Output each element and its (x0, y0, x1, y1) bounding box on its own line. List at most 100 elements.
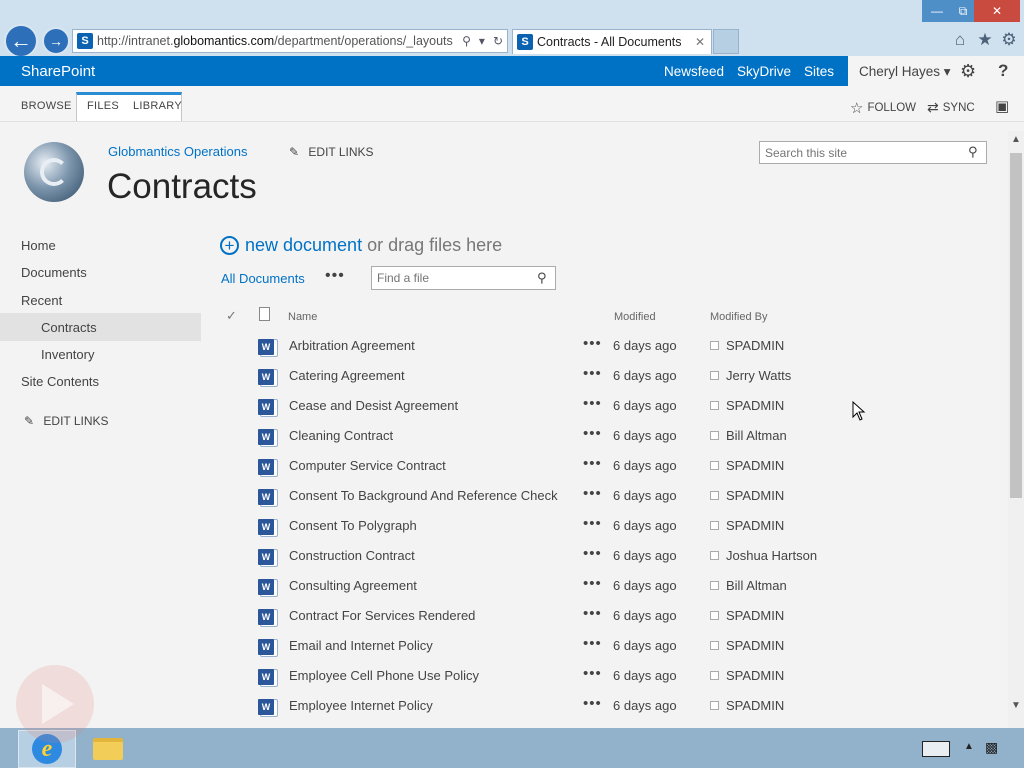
gear-icon[interactable]: ⚙ (960, 61, 976, 82)
view-options-ellipsis-icon[interactable]: ••• (325, 267, 345, 285)
user-menu[interactable]: Cheryl Hayes ▾ (859, 64, 951, 80)
help-icon[interactable]: ? (998, 61, 1008, 81)
nav-item-documents[interactable]: Documents (21, 265, 87, 280)
scroll-up-arrow-icon[interactable]: ▲ (1008, 134, 1024, 145)
modified-by-user[interactable]: Bill Altman (726, 578, 787, 593)
ribbon-tab-files[interactable]: FILES (87, 100, 119, 112)
sync-button[interactable]: ⇄ SYNC (927, 99, 975, 116)
address-bar[interactable]: S http://intranet.globomantics.com/depar… (72, 29, 508, 53)
open-menu-ellipsis-icon[interactable]: ••• (583, 365, 602, 382)
scroll-down-arrow-icon[interactable]: ▼ (1008, 700, 1024, 711)
document-name-link[interactable]: Consent To Background And Reference Chec… (289, 488, 558, 503)
modified-by-user[interactable]: SPADMIN (726, 668, 784, 683)
document-name-link[interactable]: Contract For Services Rendered (289, 608, 475, 623)
find-file-input[interactable] (372, 267, 540, 289)
table-row[interactable]: W Cleaning Contract ••• 6 days ago Bill Altm… (221, 421, 921, 451)
open-menu-ellipsis-icon[interactable]: ••• (583, 575, 602, 592)
document-name-link[interactable]: Employee Cell Phone Use Policy (289, 668, 479, 683)
modified-by-user[interactable]: SPADMIN (726, 698, 784, 713)
word-doc-icon[interactable]: W (258, 429, 274, 445)
network-icon[interactable]: ▩ (985, 739, 998, 756)
modified-by-user[interactable]: SPADMIN (726, 398, 784, 413)
modified-by-user[interactable]: SPADMIN (726, 338, 784, 353)
column-header-modified[interactable]: Modified (614, 311, 656, 323)
document-name-link[interactable]: Construction Contract (289, 548, 415, 563)
modified-by-user[interactable]: Jerry Watts (726, 368, 791, 383)
select-all-checkmark-icon[interactable]: ✓ (226, 308, 237, 324)
open-menu-ellipsis-icon[interactable]: ••• (583, 665, 602, 682)
nav-item-recent[interactable]: Recent (21, 293, 62, 308)
open-menu-ellipsis-icon[interactable]: ••• (583, 515, 602, 532)
dropdown-arrow-icon[interactable]: ▾ (479, 34, 485, 48)
open-menu-ellipsis-icon[interactable]: ••• (583, 455, 602, 472)
word-doc-icon[interactable]: W (258, 339, 274, 355)
open-menu-ellipsis-icon[interactable]: ••• (583, 335, 602, 352)
search-site-box[interactable] (759, 141, 987, 164)
document-name-link[interactable]: Cleaning Contract (289, 428, 393, 443)
favorites-star-icon[interactable]: ★ (975, 30, 995, 50)
modified-by-user[interactable]: SPADMIN (726, 518, 784, 533)
follow-button[interactable]: ☆ FOLLOW (850, 99, 916, 117)
scrollbar-thumb[interactable] (1010, 153, 1022, 498)
site-name-link[interactable]: Globmantics Operations (108, 144, 247, 159)
search-icon[interactable]: ⚲ (462, 34, 471, 48)
document-name-link[interactable]: Cease and Desist Agreement (289, 398, 458, 413)
suite-link-sites[interactable]: Sites (804, 64, 834, 79)
word-doc-icon[interactable]: W (258, 669, 274, 685)
table-row[interactable]: W Email and Internet Policy ••• 6 days ago S… (221, 631, 921, 661)
document-name-link[interactable]: Consent To Polygraph (289, 518, 417, 533)
open-menu-ellipsis-icon[interactable]: ••• (583, 485, 602, 502)
word-doc-icon[interactable]: W (258, 549, 274, 565)
modified-by-user[interactable]: SPADMIN (726, 488, 784, 503)
minimize-button[interactable]: — (922, 0, 952, 22)
document-name-link[interactable]: Catering Agreement (289, 368, 405, 383)
nav-item-site-contents[interactable]: Site Contents (21, 374, 99, 389)
document-name-link[interactable]: Employee Internet Policy (289, 698, 433, 713)
nav-item-contracts[interactable]: Contracts (41, 320, 97, 335)
modified-by-user[interactable]: SPADMIN (726, 458, 784, 473)
table-row[interactable]: W Employee Cell Phone Use Policy ••• 6 days… (221, 661, 921, 691)
view-all-documents[interactable]: All Documents (221, 271, 305, 286)
ribbon-tab-library[interactable]: LIBRARY (133, 100, 182, 112)
search-site-input[interactable] (760, 142, 970, 163)
word-doc-icon[interactable]: W (258, 459, 274, 475)
find-file-box[interactable] (371, 266, 556, 290)
word-doc-icon[interactable]: W (258, 579, 274, 595)
word-doc-icon[interactable]: W (258, 489, 274, 505)
home-icon[interactable]: ⌂ (950, 30, 970, 50)
table-row[interactable]: W Computer Service Contract ••• 6 days ago S… (221, 451, 921, 481)
open-menu-ellipsis-icon[interactable]: ••• (583, 425, 602, 442)
document-name-link[interactable]: Consulting Agreement (289, 578, 417, 593)
word-doc-icon[interactable]: W (258, 519, 274, 535)
back-button[interactable]: ← (4, 24, 38, 58)
word-doc-icon[interactable]: W (258, 369, 274, 385)
forward-button[interactable]: → (42, 27, 70, 55)
new-tab-button[interactable] (713, 29, 739, 54)
search-icon[interactable]: ⚲ (968, 144, 978, 160)
close-window-button[interactable]: ✕ (974, 0, 1020, 22)
refresh-icon[interactable]: ↻ (493, 34, 503, 48)
document-name-link[interactable]: Arbitration Agreement (289, 338, 415, 353)
table-row[interactable]: W Consent To Background And Reference Che… (221, 481, 921, 511)
focus-on-content-icon[interactable]: ▣ (995, 97, 1009, 115)
nav-item-home[interactable]: Home (21, 238, 56, 253)
open-menu-ellipsis-icon[interactable]: ••• (583, 695, 602, 712)
nav-edit-links[interactable]: ✎ EDIT LINKS (24, 414, 109, 428)
table-row[interactable]: W Arbitration Agreement ••• 6 days ago SPADM… (221, 331, 921, 361)
open-menu-ellipsis-icon[interactable]: ••• (583, 605, 602, 622)
document-name-link[interactable]: Email and Internet Policy (289, 638, 433, 653)
add-circle-icon[interactable]: + (220, 236, 239, 255)
table-row[interactable]: W Cease and Desist Agreement ••• 6 days ago… (221, 391, 921, 421)
taskbar-file-explorer[interactable] (90, 734, 126, 764)
edit-links-top[interactable]: ✎ EDIT LINKS (289, 145, 374, 159)
tools-gear-icon[interactable]: ⚙ (999, 30, 1019, 50)
column-header-name[interactable]: Name (288, 311, 317, 323)
document-name-link[interactable]: Computer Service Contract (289, 458, 446, 473)
word-doc-icon[interactable]: W (258, 699, 274, 715)
new-document-area[interactable]: + new document or drag files here (220, 235, 502, 256)
nav-item-inventory[interactable]: Inventory (41, 347, 94, 362)
close-tab-icon[interactable]: ✕ (695, 35, 705, 49)
word-doc-icon[interactable]: W (258, 609, 274, 625)
column-header-modified-by[interactable]: Modified By (710, 311, 767, 323)
table-row[interactable]: W Consulting Agreement ••• 6 days ago Bill A… (221, 571, 921, 601)
